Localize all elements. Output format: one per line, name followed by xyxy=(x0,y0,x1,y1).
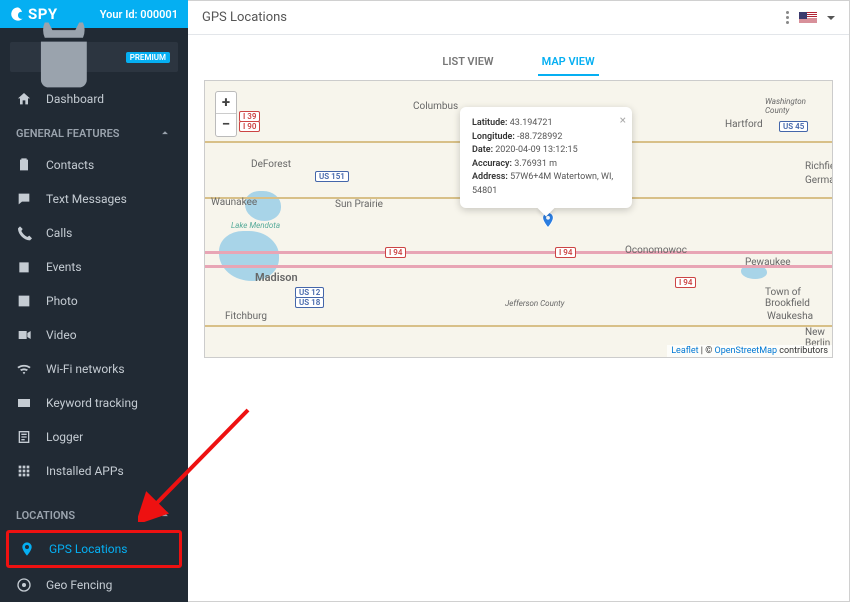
nav-geo-fencing[interactable]: Geo Fencing xyxy=(0,568,188,602)
popup-close-button[interactable]: × xyxy=(620,111,626,129)
osm-link[interactable]: OpenStreetMap xyxy=(715,346,778,356)
map-container[interactable]: Madison Fitchburg Waunakee DeForest Colu… xyxy=(204,80,833,358)
nav-keyword-tracking[interactable]: Keyword tracking xyxy=(0,386,188,420)
keyboard-icon xyxy=(16,395,32,411)
message-icon xyxy=(16,191,32,207)
nav-gps-locations[interactable]: GPS Locations xyxy=(9,533,179,565)
pin-icon xyxy=(19,541,35,557)
sidebar: SPY Your Id: 000001 S8 - build 13 - 5… P… xyxy=(0,0,188,602)
flag-us-icon[interactable] xyxy=(799,12,817,24)
nav-installed-apps[interactable]: Installed APPs xyxy=(0,454,188,488)
nav-photo[interactable]: Photo xyxy=(0,284,188,318)
page-title: GPS Locations xyxy=(202,10,287,25)
tab-list-view[interactable]: LIST VIEW xyxy=(438,49,497,76)
view-tabs: LIST VIEW MAP VIEW xyxy=(204,49,833,76)
topbar-actions xyxy=(786,11,835,24)
photo-icon xyxy=(16,293,32,309)
highlight-annotation: GPS Locations xyxy=(6,530,182,568)
home-icon xyxy=(16,91,32,107)
location-popup: × Latitude: 43.194721 Longitude: -88.728… xyxy=(460,107,632,208)
clipboard-icon xyxy=(16,157,32,173)
content-area: LIST VIEW MAP VIEW Madison Fitchburg Wau… xyxy=(188,35,849,372)
map-attribution: Leaflet | © OpenStreetMap contributors xyxy=(667,345,832,357)
language-caret-icon[interactable] xyxy=(827,16,835,20)
main-panel: GPS Locations LIST VIEW MAP VIEW Madis xyxy=(188,0,850,602)
premium-badge: PREMIUM xyxy=(126,52,170,63)
nav-logger[interactable]: Logger xyxy=(0,420,188,454)
grid-icon xyxy=(16,463,32,479)
zoom-control: + − xyxy=(215,91,237,137)
calendar-icon xyxy=(16,259,32,275)
leaflet-link[interactable]: Leaflet xyxy=(671,346,698,356)
user-id-label: Your Id: 000001 xyxy=(100,8,178,21)
nav-calls[interactable]: Calls xyxy=(0,216,188,250)
section-locations[interactable]: LOCATIONS xyxy=(0,498,188,530)
nav-dashboard[interactable]: Dashboard xyxy=(0,82,188,116)
chevron-up-icon xyxy=(158,508,172,522)
nav-wifi[interactable]: Wi-Fi networks xyxy=(0,352,188,386)
more-menu-button[interactable] xyxy=(786,11,789,24)
device-selector[interactable]: S8 - build 13 - 5… PREMIUM xyxy=(10,42,178,72)
nav-events[interactable]: Events xyxy=(0,250,188,284)
tab-map-view[interactable]: MAP VIEW xyxy=(538,49,599,76)
target-icon xyxy=(16,577,32,593)
phone-icon xyxy=(16,225,32,241)
nav-contacts[interactable]: Contacts xyxy=(0,148,188,182)
nav-video[interactable]: Video xyxy=(0,318,188,352)
section-general-features[interactable]: GENERAL FEATURES xyxy=(0,116,188,148)
zoom-in-button[interactable]: + xyxy=(216,92,236,114)
video-icon xyxy=(16,327,32,343)
log-icon xyxy=(16,429,32,445)
zoom-out-button[interactable]: − xyxy=(216,114,236,136)
wifi-icon xyxy=(16,361,32,377)
topbar: GPS Locations xyxy=(188,1,849,35)
chevron-up-icon xyxy=(158,126,172,140)
nav-text-messages[interactable]: Text Messages xyxy=(0,182,188,216)
